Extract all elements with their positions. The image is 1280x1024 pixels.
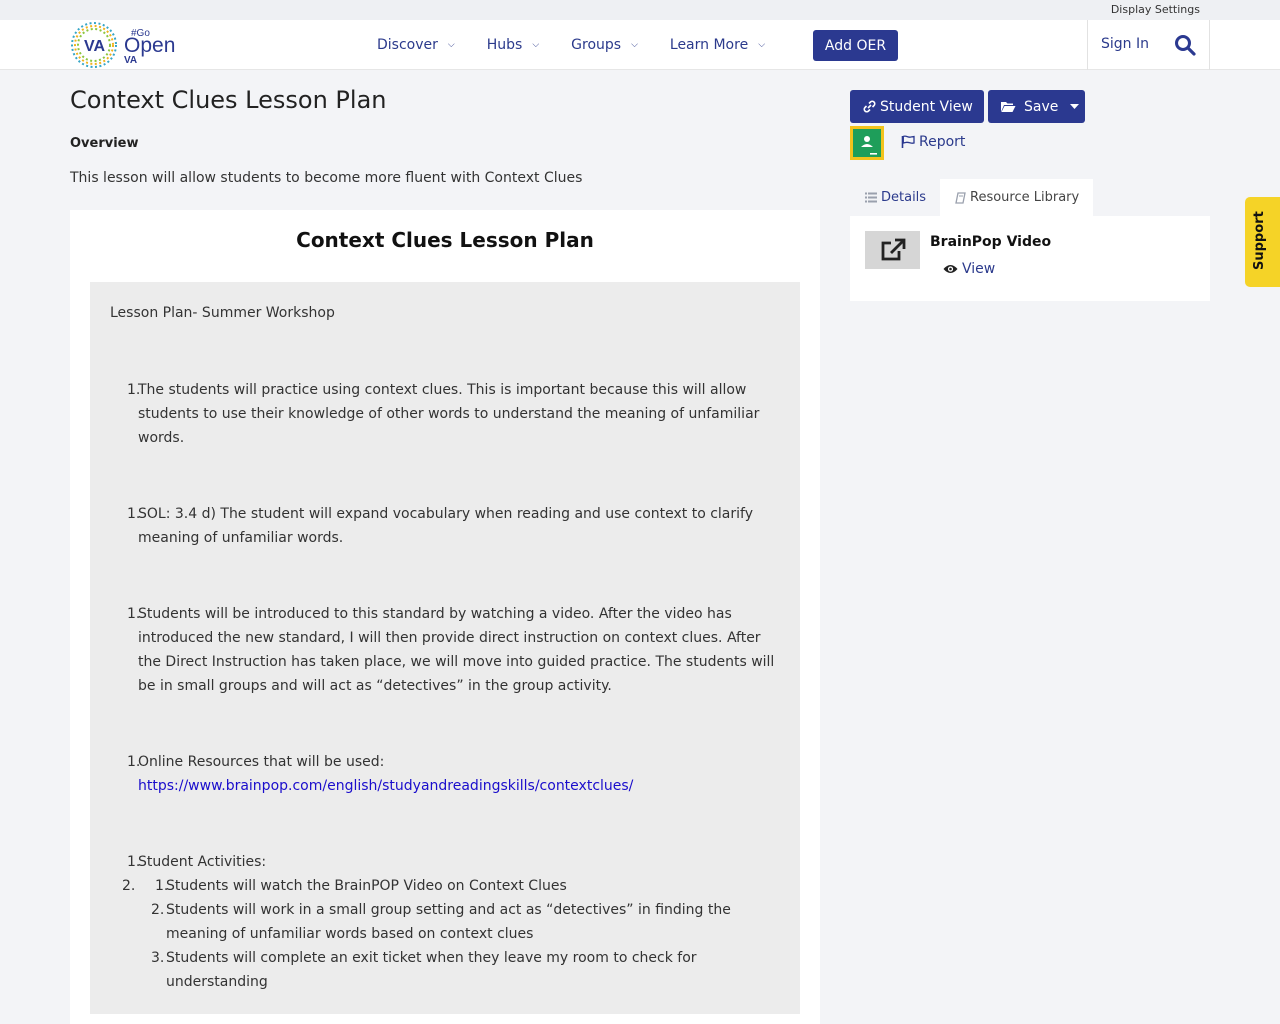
resource-thumbnail[interactable] (865, 231, 920, 269)
sub-list-number: 2. (151, 902, 165, 918)
tab-details-label: Details (881, 190, 927, 205)
utility-bar: Display Settings (0, 0, 1280, 20)
add-oer-button[interactable]: Add OER (813, 30, 898, 61)
logo-graphic: VA #Go Open VA (71, 22, 175, 68)
chevron-down-icon: ⌵ (631, 40, 638, 50)
nav-groups[interactable]: Groups ⌵ (571, 37, 638, 53)
list-item: Students will be introduced to this stan… (138, 606, 775, 694)
external-link-icon (881, 238, 905, 261)
list-item: Student Activities: (138, 854, 267, 870)
sub-list-number: 3. (151, 950, 165, 966)
nav-discover[interactable]: Discover ⌵ (377, 37, 455, 53)
folder-icon (1001, 102, 1016, 112)
nav-hubs[interactable]: Hubs ⌵ (487, 37, 539, 53)
sub-list-item: Students will watch the BrainPOP Video o… (166, 878, 567, 894)
list-number: 2. (122, 878, 136, 894)
lesson-body: Lesson Plan- Summer Workshop 1. The stud… (90, 282, 800, 1014)
flag-icon (901, 135, 915, 148)
report-link[interactable]: Report (901, 134, 965, 150)
resource-view-label: View (962, 261, 996, 277)
support-tab[interactable]: Support (1245, 197, 1280, 287)
tab-resource-library[interactable]: Resource Library (940, 179, 1093, 216)
sub-list-item: Students will complete an exit ticket wh… (166, 950, 697, 990)
nav-groups-label: Groups (571, 37, 622, 53)
page-title: Context Clues Lesson Plan (70, 86, 387, 114)
google-classroom-icon[interactable] (850, 126, 884, 160)
chevron-down-icon: ⌵ (447, 40, 455, 50)
lesson-content-card: Context Clues Lesson Plan Lesson Plan- S… (70, 210, 820, 1024)
eye-icon (943, 265, 958, 273)
resource-library-panel: BrainPop Video View (850, 216, 1210, 301)
chevron-down-icon: ⌵ (532, 40, 540, 50)
student-view-label: Student View (880, 98, 973, 115)
tab-resource-library-label: Resource Library (970, 190, 1080, 205)
list-icon (865, 192, 877, 203)
nav-learn-more[interactable]: Learn More ⌵ (670, 37, 765, 53)
nav-discover-label: Discover (377, 37, 438, 53)
report-label: Report (919, 134, 966, 150)
site-header: VA #Go Open VA Discover ⌵ Hubs ⌵ Groups … (0, 20, 1280, 70)
resources-intro: Online Resources that will be used: (138, 754, 385, 770)
search-icon[interactable] (1174, 34, 1196, 56)
caret-down-icon (1070, 103, 1080, 109)
list-item: Online Resources that will be used: http… (138, 750, 778, 798)
resource-view-link[interactable]: View (943, 261, 995, 277)
account-area: Sign In (1087, 20, 1210, 70)
goopen-va-logo[interactable]: VA #Go Open VA (70, 20, 180, 70)
brainpop-link[interactable]: https://www.brainpop.com/english/studyan… (138, 774, 778, 798)
book-icon (955, 191, 966, 204)
logo-open-text: Open (124, 34, 175, 57)
logo-va-text: VA (84, 38, 105, 55)
overview-heading: Overview (70, 136, 139, 151)
sub-list-item: Students will work in a small group sett… (166, 902, 731, 942)
sign-in-link[interactable]: Sign In (1101, 36, 1149, 52)
student-view-button[interactable]: Student View (850, 90, 984, 123)
chevron-down-icon: ⌵ (758, 40, 766, 50)
list-item: The students will practice using context… (138, 382, 760, 446)
save-label: Save (1024, 98, 1059, 115)
tab-details[interactable]: Details (850, 179, 940, 216)
overview-text: This lesson will allow students to becom… (70, 170, 583, 186)
list-item: SOL: 3.4 d) The student will expand voca… (138, 506, 753, 546)
nav-learn-more-label: Learn More (669, 37, 749, 53)
classroom-graphic (853, 129, 881, 157)
display-settings-link[interactable]: Display Settings (1111, 3, 1200, 16)
nav-hubs-label: Hubs (486, 37, 523, 53)
lesson-plan-label: Lesson Plan- Summer Workshop (110, 305, 335, 321)
support-label: Support (1252, 211, 1267, 270)
resource-title: BrainPop Video (930, 234, 1052, 250)
logo-va2-text: VA (124, 55, 137, 66)
main-nav: Discover ⌵ Hubs ⌵ Groups ⌵ Learn More ⌵ (377, 20, 765, 70)
content-heading: Context Clues Lesson Plan (296, 228, 594, 252)
save-button[interactable]: Save (988, 90, 1085, 123)
link-icon (863, 100, 876, 113)
